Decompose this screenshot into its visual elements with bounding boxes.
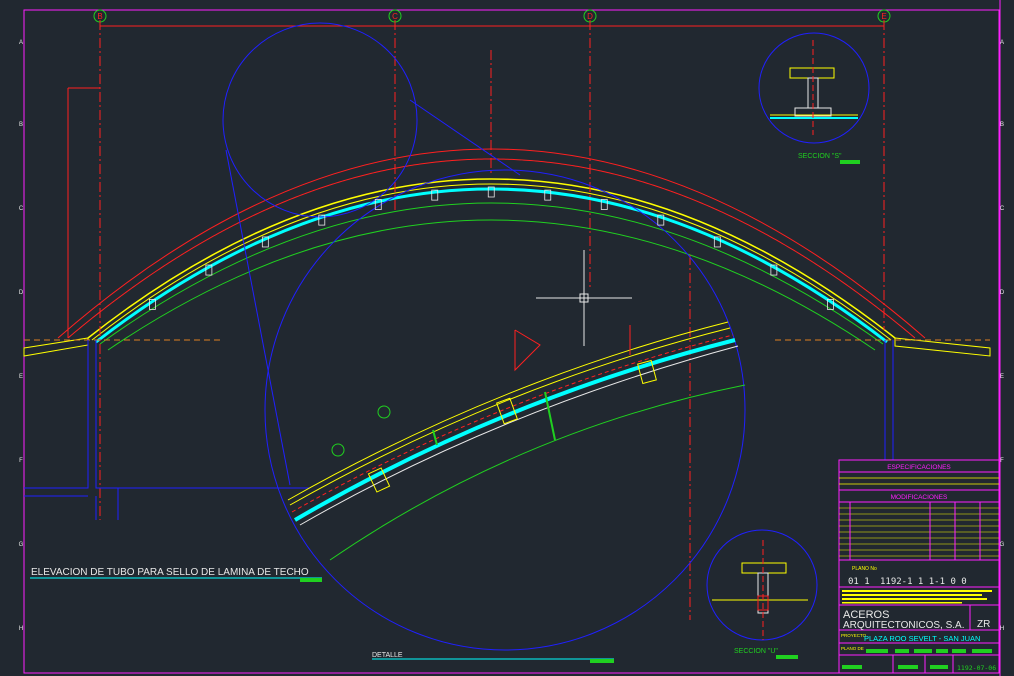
company-code: ZR [977,619,990,630]
grid-row-label: G [1000,542,1005,548]
grid-row-label: G [19,542,24,548]
section-u-drawing [712,540,808,640]
right-support-sheet [894,337,991,357]
left-column-outline [24,340,89,489]
grid-row-label: D [1000,290,1005,296]
left-support-sheet [23,337,89,357]
detail-roof-sheet [287,321,729,501]
plano-label: PLANO No [852,566,877,572]
detail-brackets [367,359,657,493]
plano-number: 1192-1 1 1-1 0 0 [880,577,967,587]
section-u-label: SECCION "U" [734,648,778,655]
grid-column-label: C [392,12,398,21]
detail-leader-right [409,99,521,176]
grid-row-label: E [1000,374,1004,380]
detail-callout-markers [331,405,391,457]
grid-row-label: A [1000,40,1004,46]
especificaciones-header: ESPECIFICACIONES [887,464,951,471]
grid-column-label: B [97,12,102,21]
detail-leader-left [225,149,291,486]
grid-row-label: H [1000,626,1004,632]
grid-row-label: F [1000,458,1004,464]
grid-row-label: B [1000,122,1004,128]
left-column-outline-2 [95,340,119,520]
roof-sheet-arc-2 [91,183,892,341]
project-name: PLAZA ROO SEVELT - SAN JUAN [864,634,980,643]
detail-label: DETALLE [372,652,403,659]
section-u-bar [776,655,798,659]
detail-roof-sheet-2 [289,327,731,506]
grid-column-label: E [881,12,886,21]
section-s-bar [840,160,860,164]
detail-tube-edge [299,345,739,526]
grid-row-label: H [19,626,23,632]
proyecto-label: PROYECTO [841,633,867,638]
grid-row-label: C [1000,206,1005,212]
grid-column-markers: B C D E [93,9,891,23]
grid-row-label: B [19,122,23,128]
arc-connection-ticks [149,186,834,310]
detail-dim-arrow [514,329,541,372]
section-s-circle [758,32,870,144]
seal-tube-arc [95,187,888,344]
main-title-bar [300,578,322,582]
plano-de-label: PLANO DE [841,646,864,651]
grid-row-label: E [19,374,23,380]
drawing-id: 1192-07-06 [957,664,996,672]
grid-row-label: F [19,458,23,464]
section-s-drawing [770,40,858,135]
dimension-arc-inner [67,158,916,339]
section-u-circle [706,529,818,641]
crosshair-cursor-icon [536,250,632,346]
grid-row-label: D [19,290,24,296]
outer-dimension-arc [57,148,926,339]
section-s-label: SECCION "S" [798,153,842,160]
grid-column-label: D [587,12,593,21]
modificaciones-header: MODIFICACIONES [891,494,948,501]
cad-drawing-canvas[interactable]: A A B B C C D D E E F F G G H H B C D E SECCION "S… [0,0,1014,676]
detail-bar [590,659,614,663]
plano-number-prefix: 01 1 [848,577,870,587]
detail-circle [264,169,746,651]
grid-row-label: A [19,40,23,46]
main-title: ELEVACION DE TUBO PARA SELLO DE LAMINA D… [31,567,309,578]
grid-row-label: C [19,206,24,212]
company-name-line2: ARQUITECTONICOS, S.A. [843,620,965,631]
structural-arc-inner [107,219,876,351]
